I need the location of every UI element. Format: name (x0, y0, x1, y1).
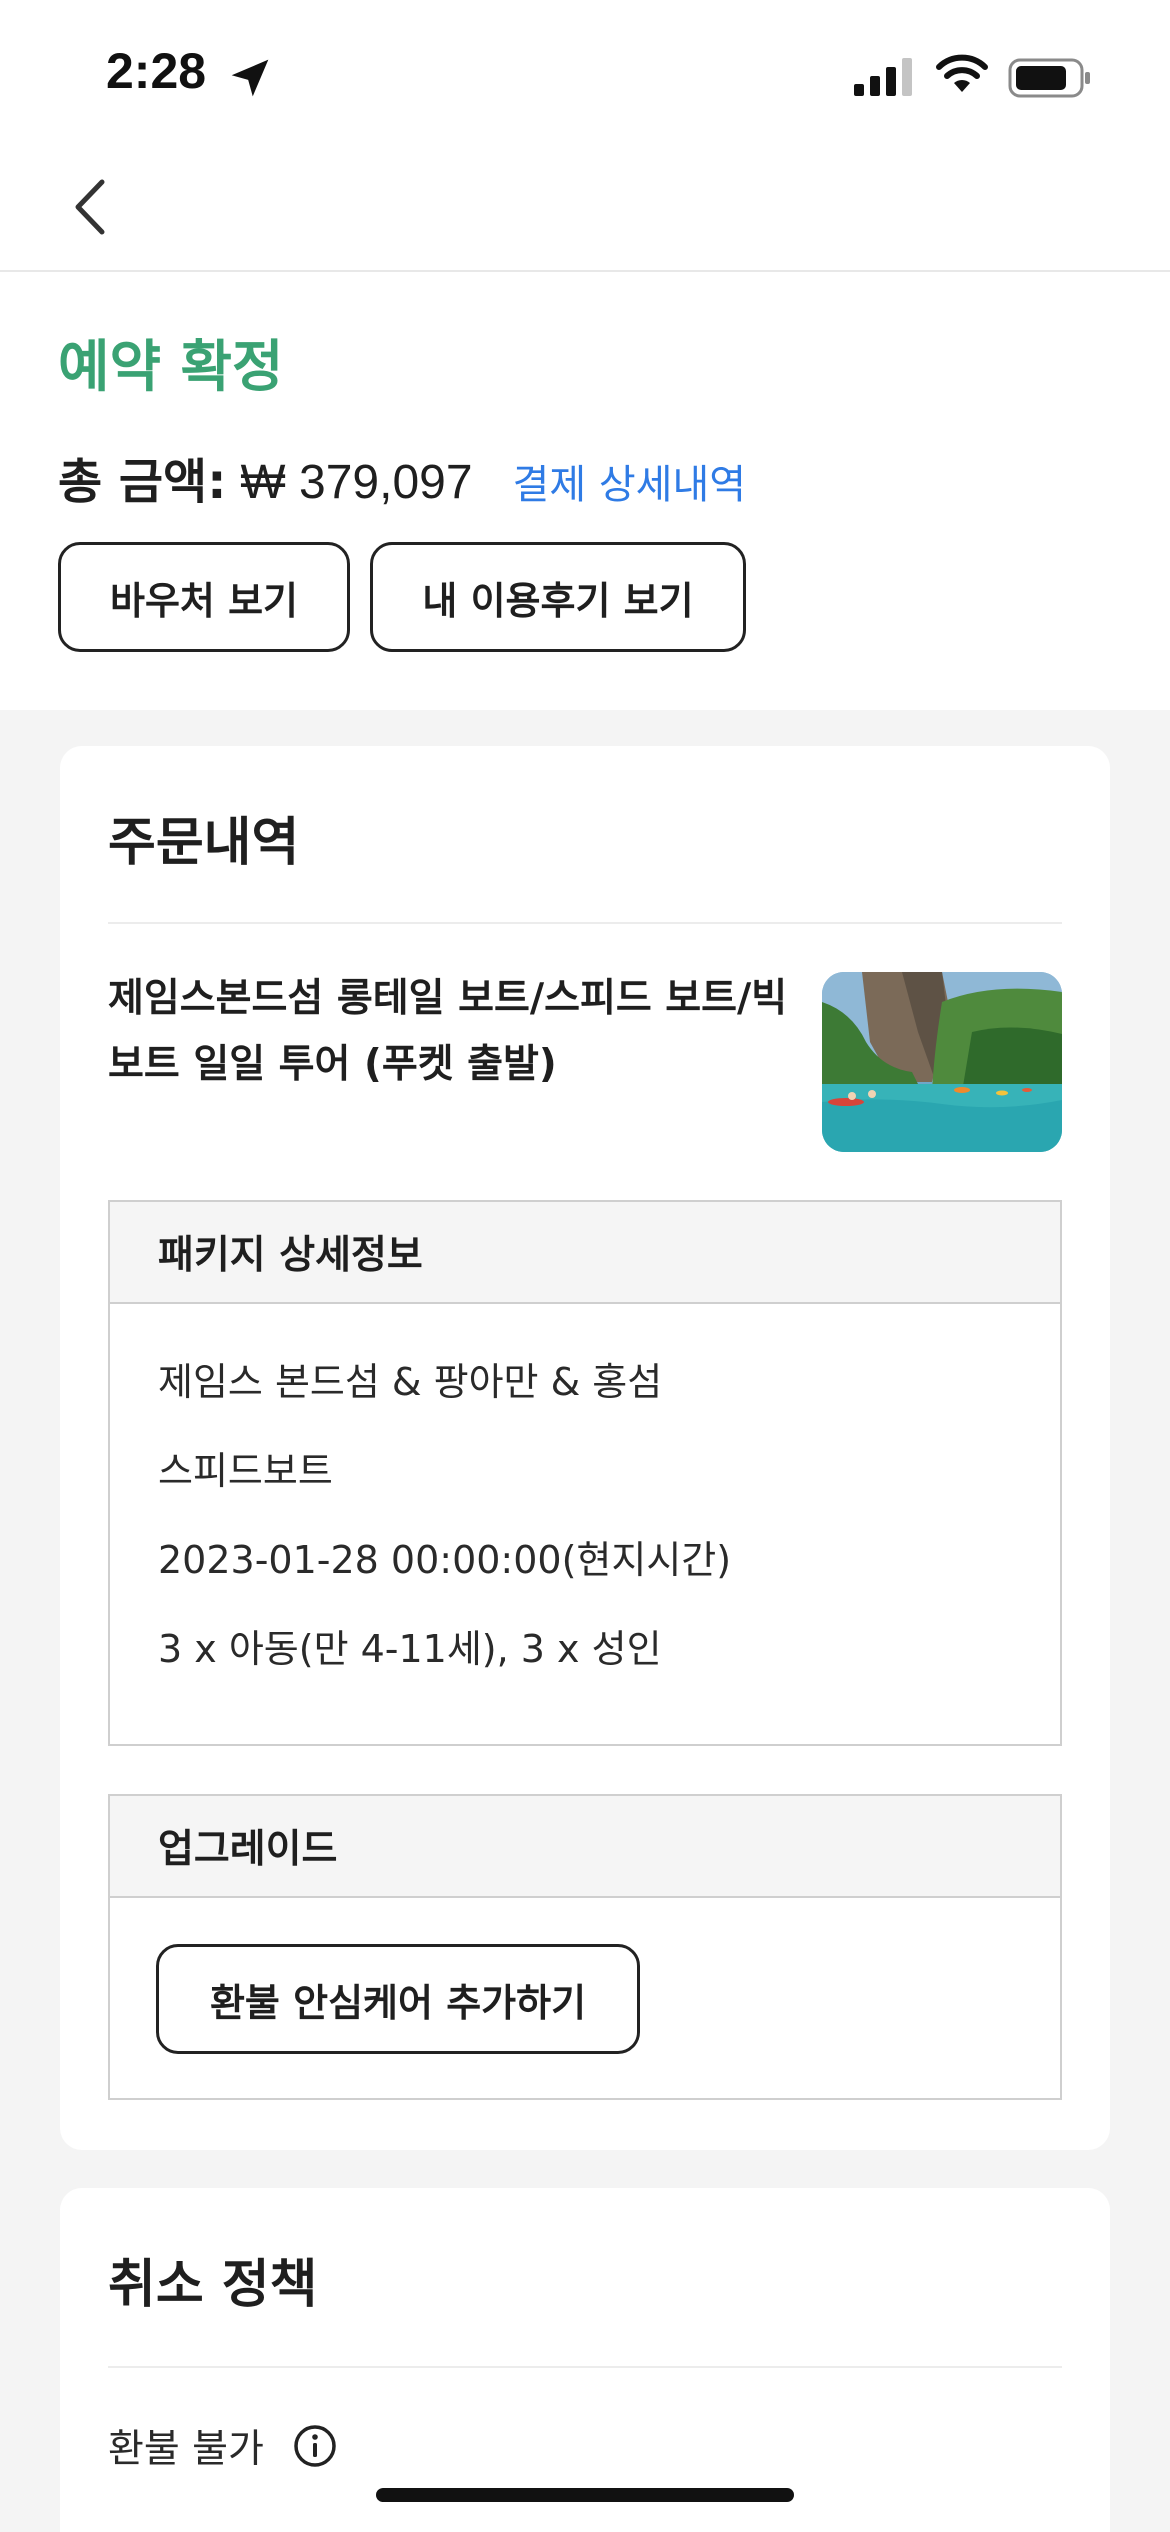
cancellation-policy-text: 환불 불가 (108, 2427, 264, 2472)
package-details-list: 제임스 본드섬 & 팡아만 & 홍섬 스피드보트 2023-01-28 00:0… (110, 1304, 1060, 1708)
package-details-header: 패키지 상세정보 (110, 1202, 1060, 1304)
booking-status: 예약 확정 (58, 335, 284, 400)
total-row: 총 금액: ₩ 379,097 결제 상세내역 (58, 442, 746, 512)
cancellation-policy-row: 환불 불가 (108, 2418, 338, 2474)
cancellation-policy-card: 취소 정책 환불 불가 (60, 2188, 1110, 2532)
divider (108, 922, 1062, 924)
battery-icon (1008, 58, 1090, 98)
view-my-review-button[interactable]: 내 이용후기 보기 (370, 542, 746, 652)
order-details-card: 주문내역 제임스본드섬 롱테일 보트/스피드 보트/빅보트 일일 투어 (푸켓 … (60, 746, 1110, 2150)
home-indicator (376, 2488, 794, 2502)
view-voucher-button[interactable]: 바우처 보기 (58, 542, 350, 652)
cellular-signal-icon (854, 58, 912, 96)
info-circle-icon[interactable] (292, 2423, 338, 2469)
status-bar: 2:28 (0, 0, 1170, 150)
package-option: 제임스 본드섬 & 팡아만 & 홍섬 (158, 1360, 663, 1404)
upgrade-header: 업그레이드 (110, 1796, 1060, 1898)
payment-detail-link[interactable]: 결제 상세내역 (513, 452, 747, 510)
cancellation-policy-title: 취소 정책 (108, 2255, 318, 2315)
package-datetime: 2023-01-28 00:00:00(현지시간) (158, 1538, 732, 1582)
wifi-icon (936, 54, 988, 92)
status-time: 2:28 (106, 43, 207, 99)
booking-summary: 예약 확정 총 금액: ₩ 379,097 결제 상세내역 바우처 보기 내 이… (0, 272, 1170, 710)
package-details-box: 패키지 상세정보 제임스 본드섬 & 팡아만 & 홍섬 스피드보트 2023-0… (108, 1200, 1062, 1746)
product-name[interactable]: 제임스본드섬 롱테일 보트/스피드 보트/빅보트 일일 투어 (푸켓 출발) (108, 966, 798, 1098)
order-details-title: 주문내역 (108, 813, 300, 873)
package-participants: 3 x 아동(만 4-11세), 3 x 성인 (158, 1627, 662, 1671)
navigation-bar (0, 150, 1170, 272)
package-boat-type: 스피드보트 (158, 1449, 333, 1493)
back-chevron-icon[interactable] (66, 174, 116, 240)
total-amount: ₩ 379,097 (240, 456, 473, 509)
add-refund-care-button[interactable]: 환불 안심케어 추가하기 (156, 1944, 640, 2054)
upgrade-box: 업그레이드 환불 안심케어 추가하기 (108, 1794, 1062, 2100)
divider (108, 2366, 1062, 2368)
location-arrow-icon (231, 59, 269, 97)
total-label: 총 금액: (58, 454, 227, 510)
tour-photo-image (822, 972, 1062, 1152)
product-thumbnail[interactable] (822, 972, 1062, 1152)
